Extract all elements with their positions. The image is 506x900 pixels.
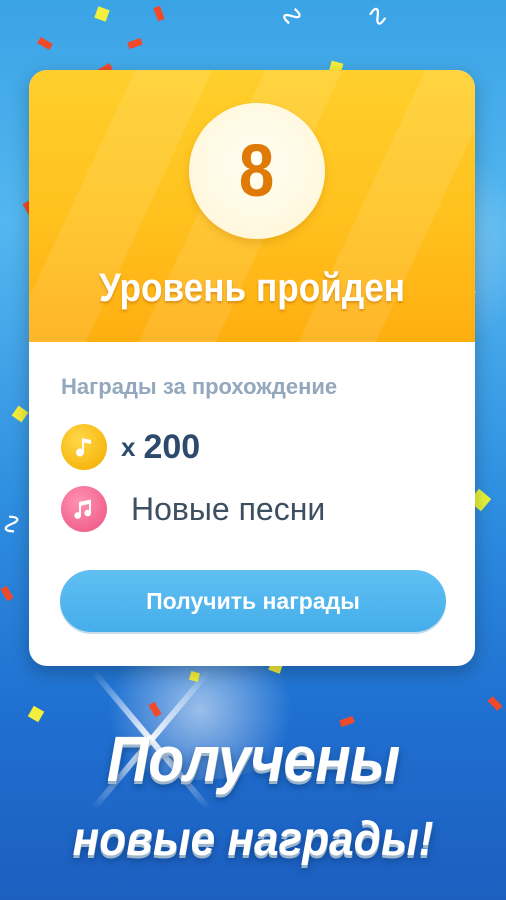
promo-subheadline: новые награды! [72,813,434,866]
level-complete-header: 8 Уровень пройден [29,70,475,342]
coin-amount: 200 [143,427,201,466]
songs-reward-row: Новые песни [61,486,325,532]
confetti [94,6,110,22]
confetti [487,696,503,711]
level-badge: 8 [189,103,325,239]
confetti [153,5,165,22]
streamer: ∿ [272,0,311,34]
promo-headline: Получены [106,723,400,795]
coin-multiplier: x [121,431,136,462]
music-note-glyph [74,499,92,519]
coin-reward-row: x 200 [61,424,200,470]
confetti [127,37,143,50]
confetti [11,405,29,423]
new-songs-label: Новые песни [131,490,326,527]
level-complete-title: Уровень пройден [98,266,406,310]
streamer: ∿ [361,0,395,35]
level-complete-dialog: 8 Уровень пройден Награды за прохождение… [29,70,475,666]
confetti [27,705,45,723]
music-note-coin-icon [61,424,107,470]
claim-rewards-button[interactable]: Получить награды [60,570,446,632]
music-note-icon [61,486,107,532]
confetti [37,36,53,51]
confetti [0,585,14,602]
streamer: ∿ [0,509,30,539]
game-screen: ∿ ∿ ∿ ∿ ∿ ∿ ✦ ✦ ✦ ✦ ✦ ✦ 8 Уровень пройде… [0,0,506,900]
music-note-glyph [76,438,91,457]
rewards-heading: Награды за прохождение [61,374,338,399]
level-number: 8 [239,129,275,212]
